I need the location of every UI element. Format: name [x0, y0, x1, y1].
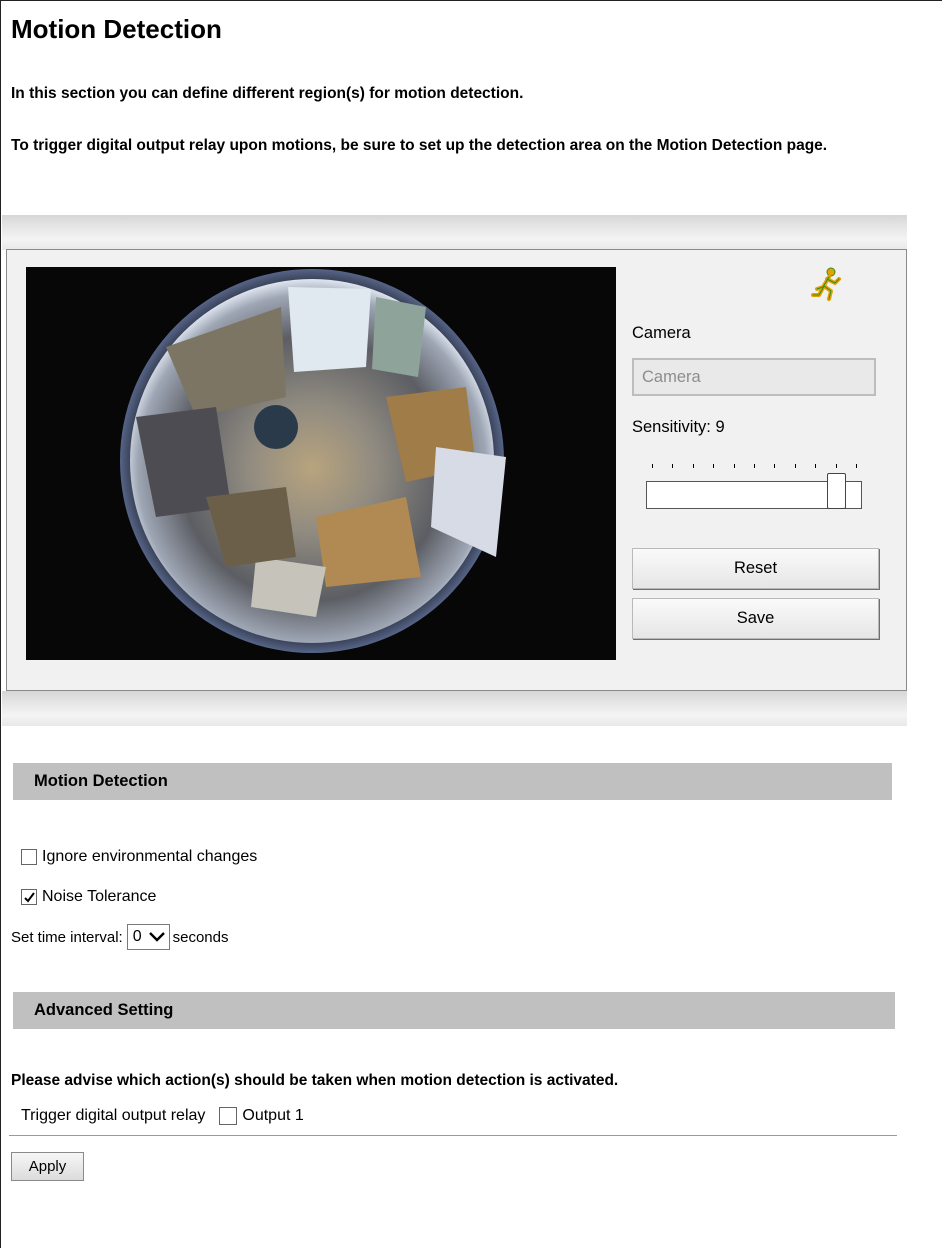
chevron-down-icon: [148, 932, 165, 942]
fisheye-image: [120, 269, 506, 653]
noise-tolerance-checkbox[interactable]: [21, 889, 37, 905]
motion-detection-header: Motion Detection: [13, 763, 892, 800]
output1-label: Output 1: [242, 1107, 304, 1124]
trigger-relay-row: Trigger digital output relay Output 1: [21, 1107, 304, 1125]
slider-tick: [713, 464, 715, 468]
advanced-prompt: Please advise which action(s) should be …: [11, 1072, 619, 1089]
interval-value: 0: [132, 928, 142, 945]
slider-tick: [774, 464, 776, 468]
save-button[interactable]: Save: [632, 598, 879, 639]
output1-checkbox[interactable]: [219, 1107, 238, 1125]
slider-tick: [835, 464, 837, 468]
slider-tick: [672, 464, 674, 468]
sensitivity-ticks: [646, 460, 862, 470]
slider-tick: [652, 464, 653, 468]
running-man-icon: [809, 265, 847, 303]
apply-button[interactable]: Apply: [11, 1152, 84, 1181]
interval-select[interactable]: 0: [126, 924, 170, 950]
noise-tolerance-row: Noise Tolerance: [21, 888, 156, 906]
slider-thumb[interactable]: [827, 473, 847, 509]
camera-label: Camera: [632, 324, 691, 342]
slider-tick: [815, 464, 817, 468]
interval-unit: seconds: [172, 928, 229, 946]
slider-tick: [692, 464, 694, 468]
camera-video[interactable]: [26, 267, 616, 660]
intro-text: In this section you can define different…: [11, 85, 524, 102]
ignore-env-label: Ignore environmental changes: [42, 848, 258, 865]
ignore-env-checkbox[interactable]: [21, 849, 37, 865]
divider: [9, 1135, 897, 1136]
sensitivity-slider[interactable]: [646, 473, 862, 509]
slider-tick: [733, 464, 735, 468]
advanced-setting-header: Advanced Setting: [13, 992, 895, 1029]
relay-label: Trigger digital output relay: [21, 1107, 206, 1124]
reset-button[interactable]: Reset: [632, 548, 879, 589]
interval-row: Set time interval: 0 seconds: [11, 924, 229, 950]
panel-top-band: [2, 215, 907, 250]
checkmark-icon: [23, 891, 35, 903]
slider-tick: [856, 464, 857, 468]
intro-note: To trigger digital output relay upon mot…: [11, 137, 828, 154]
ignore-env-row: Ignore environmental changes: [21, 848, 257, 866]
page-title: Motion Detection: [11, 14, 222, 44]
sensitivity-label: Sensitivity: 9: [632, 418, 725, 436]
panel-bottom-band: [2, 691, 907, 726]
slider-tick: [794, 464, 796, 468]
noise-tolerance-label: Noise Tolerance: [42, 888, 157, 905]
camera-field[interactable]: [632, 358, 876, 396]
interval-label: Set time interval:: [11, 928, 123, 946]
slider-tick: [754, 464, 755, 468]
